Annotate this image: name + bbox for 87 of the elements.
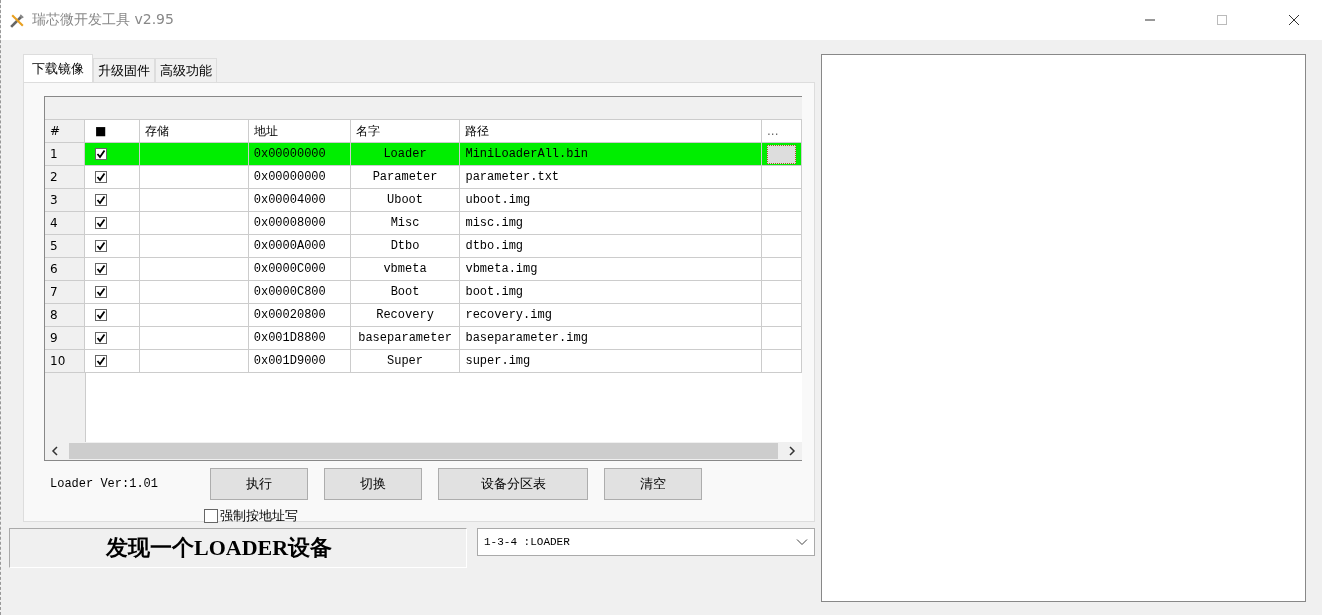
table-row[interactable]: 4 0x00008000 Misc misc.img	[45, 212, 802, 235]
table-cell: baseparameter.img	[460, 327, 763, 349]
row-number: 4	[45, 212, 85, 234]
table-row[interactable]: 6 0x0000C000 vbmeta vbmeta.img	[45, 258, 802, 281]
column-header: 存储	[139, 120, 249, 142]
row-number: 1	[45, 143, 85, 165]
checkbox[interactable]	[94, 309, 107, 321]
row-number: 9	[45, 327, 85, 349]
table-cell: uboot.img	[460, 189, 763, 211]
table-row[interactable]: 10 0x001D9000 Super super.img	[45, 350, 802, 373]
table-row[interactable]: 5 0x0000A000 Dtbo dtbo.img	[45, 235, 802, 258]
table-cell: 0x0000C000	[248, 258, 351, 280]
table-cell: boot.img	[460, 281, 763, 303]
table-cell: Misc	[350, 212, 461, 234]
tab[interactable]: 高级功能	[155, 58, 217, 82]
row-number: 5	[45, 235, 85, 257]
checkbox[interactable]	[94, 263, 107, 275]
column-header: 路径	[460, 120, 763, 142]
row-number: 2	[45, 166, 85, 188]
table-row[interactable]: 1 0x00000000 Loader MiniLoaderAll.bin	[45, 143, 802, 166]
column-header: 地址	[248, 120, 351, 142]
table-cell: recovery.img	[460, 304, 763, 326]
action-button[interactable]: 切换	[324, 468, 422, 500]
table-cell: super.img	[460, 350, 763, 372]
table-row[interactable]: 7 0x0000C800 Boot boot.img	[45, 281, 802, 304]
table-cell: 0x00000000	[248, 143, 351, 165]
scroll-left-icon[interactable]	[51, 446, 59, 456]
table-cell: misc.img	[460, 212, 763, 234]
checkbox[interactable]	[94, 240, 107, 252]
table-cell: 0x0000A000	[248, 235, 351, 257]
table-cell: 0x00020800	[248, 304, 351, 326]
tab[interactable]: 升级固件	[93, 58, 155, 82]
row-number: 6	[45, 258, 85, 280]
action-button[interactable]: 清空	[604, 468, 702, 500]
scroll-right-icon[interactable]	[788, 446, 796, 456]
table-cell: Parameter	[350, 166, 461, 188]
table-cell: Loader	[350, 143, 461, 165]
table-cell: Recovery	[350, 304, 461, 326]
table-cell: dtbo.img	[460, 235, 763, 257]
column-header: ■	[84, 120, 140, 142]
loader-version: Loader Ver:1.01	[49, 477, 160, 491]
row-number: 7	[45, 281, 85, 303]
checkbox[interactable]	[94, 286, 107, 298]
chevron-down-icon	[796, 538, 808, 546]
table-row[interactable]: 3 0x00004000 Uboot uboot.img	[45, 189, 802, 212]
tab[interactable]: 下载镜像	[23, 54, 93, 82]
table-row[interactable]: 8 0x00020800 Recovery recovery.img	[45, 304, 802, 327]
table-cell: Dtbo	[350, 235, 461, 257]
table-cell: 0x00000000	[248, 166, 351, 188]
browse-cell[interactable]	[767, 144, 796, 164]
action-button[interactable]: 执行	[210, 468, 308, 500]
checkbox[interactable]	[94, 332, 107, 344]
column-header: #	[45, 120, 85, 142]
table-cell: 0x00008000	[248, 212, 351, 234]
checkbox[interactable]	[94, 217, 107, 229]
window-title: 瑞芯微开发工具 v2.95	[32, 11, 174, 29]
row-number: 8	[45, 304, 85, 326]
table-cell: vbmeta	[350, 258, 461, 280]
row-number: 3	[45, 189, 85, 211]
table-cell: MiniLoaderAll.bin	[460, 143, 762, 165]
row-header-strip	[45, 373, 86, 442]
table-cell: baseparameter	[350, 327, 461, 349]
checkbox[interactable]	[94, 148, 107, 160]
horizontal-scrollbar[interactable]	[45, 442, 802, 460]
checkbox[interactable]	[94, 355, 107, 367]
table-row[interactable]: 2 0x00000000 Parameter parameter.txt	[45, 166, 802, 189]
status-text: 发现一个LOADER设备	[106, 534, 333, 562]
checkbox[interactable]	[94, 171, 107, 183]
table-cell: 0x001D9000	[248, 350, 351, 372]
table-cell: 0x001D8800	[248, 327, 351, 349]
checkbox-label: 强制按地址写	[220, 507, 298, 525]
table-cell: vbmeta.img	[460, 258, 763, 280]
close-icon[interactable]	[1288, 14, 1300, 26]
action-button[interactable]: 设备分区表	[438, 468, 588, 500]
table-row[interactable]: 9 0x001D8800 baseparameter baseparameter.img	[45, 327, 802, 350]
column-header: 名字	[350, 120, 461, 142]
column-header: ...	[762, 120, 802, 142]
table-cell: Uboot	[350, 189, 461, 211]
checkbox[interactable]	[204, 509, 218, 523]
table-cell: 0x00004000	[248, 189, 351, 211]
table-cell: parameter.txt	[460, 166, 763, 188]
table-cell: 0x0000C800	[248, 281, 351, 303]
checkbox[interactable]	[94, 194, 107, 206]
table-cell: Boot	[350, 281, 461, 303]
table-cell: Super	[350, 350, 461, 372]
device-select[interactable]: 1-3-4 :LOADER	[477, 528, 815, 556]
row-number: 10	[45, 350, 85, 372]
